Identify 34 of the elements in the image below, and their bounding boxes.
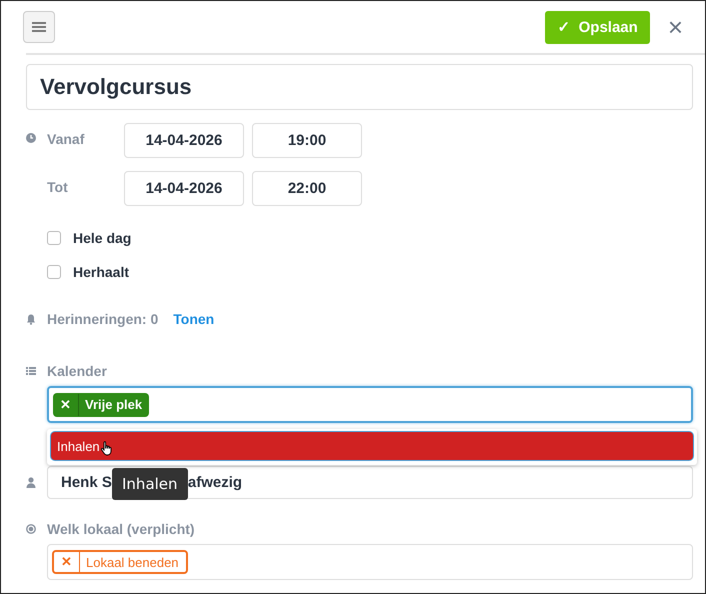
to-label: Tot — [47, 179, 69, 195]
room-field[interactable]: ✕ Lokaal beneden — [47, 544, 693, 580]
reminders-label: Herinneringen: 0 — [47, 311, 158, 327]
clock-icon — [26, 133, 36, 143]
date-field[interactable]: 14-04-2026 — [124, 171, 244, 206]
time-field[interactable]: 19:00 — [252, 123, 362, 158]
checkbox[interactable] — [47, 265, 61, 279]
person-icon — [26, 477, 36, 488]
remove-button[interactable]: ✕ — [53, 394, 79, 416]
field-value: afwezig — [188, 474, 242, 491]
title-field[interactable]: Vervolgcursus — [26, 64, 693, 110]
date-field[interactable]: 14-04-2026 — [124, 123, 244, 158]
checkbox-label: Hele dag — [73, 230, 132, 246]
dropdown-option[interactable]: Inhalen — [51, 432, 693, 460]
calendar-tag[interactable]: ✕ Vrije plek — [53, 392, 150, 416]
list-icon — [26, 367, 36, 375]
hand-cursor-icon — [100, 441, 114, 456]
from-label: Vanaf — [47, 131, 86, 147]
menu-icon — [32, 21, 46, 33]
checkbox[interactable] — [47, 231, 61, 245]
remove-button[interactable]: ✕ — [54, 551, 80, 573]
room-tag[interactable]: ✕ Lokaal beneden — [52, 550, 188, 574]
tooltip: Inhalen — [112, 468, 188, 500]
calendar-label: Kalender — [47, 363, 107, 379]
calendar-field[interactable]: ✕ Vrije plek — [47, 386, 693, 423]
room-label: Welk lokaal (verplicht) — [47, 521, 195, 537]
show-link[interactable]: Tonen — [173, 311, 214, 327]
radio-icon — [26, 524, 36, 534]
checkbox-label: Herhaalt — [73, 264, 130, 280]
field-value: Henk S — [61, 474, 112, 491]
time-field[interactable]: 22:00 — [252, 171, 362, 206]
bell-icon — [26, 314, 36, 324]
close-button[interactable]: × — [664, 14, 687, 40]
menu-button[interactable] — [23, 11, 55, 43]
